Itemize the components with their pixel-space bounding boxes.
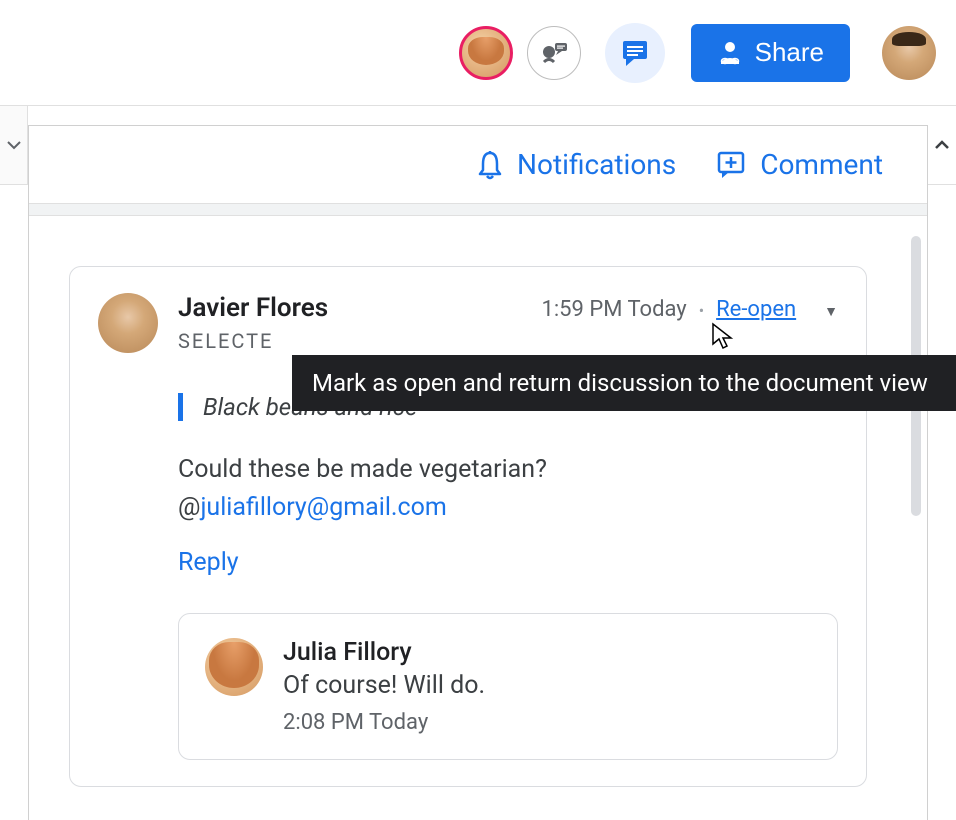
user-avatar[interactable] xyxy=(882,26,936,80)
reopen-link[interactable]: Re-open xyxy=(716,297,796,322)
separator: • xyxy=(699,301,704,320)
toolbar-right-dropdown[interactable] xyxy=(928,106,956,184)
share-person-icon xyxy=(717,40,743,66)
comment-text: Could these be made vegetarian? @juliafi… xyxy=(178,451,838,526)
chevron-up-icon xyxy=(934,140,950,150)
comment-menu-dropdown[interactable]: ▼ xyxy=(824,303,838,320)
reply-author: Julia Fillory xyxy=(283,638,811,667)
share-button[interactable]: Share xyxy=(691,24,850,82)
panel-strip xyxy=(29,204,927,216)
notifications-button[interactable]: Notifications xyxy=(477,148,676,181)
toolbar-left-dropdown[interactable] xyxy=(0,106,28,184)
comment-author-avatar xyxy=(98,293,158,353)
app-header: Share xyxy=(0,0,956,105)
add-comment-icon xyxy=(716,150,746,180)
reply-item: Julia Fillory Of course! Will do. 2:08 P… xyxy=(178,613,838,760)
comment-author: Javier Flores xyxy=(178,293,328,323)
add-comment-label: Comment xyxy=(760,148,883,181)
comment-history-button[interactable] xyxy=(605,23,665,83)
reply-text: Of course! Will do. xyxy=(283,671,811,700)
bell-icon xyxy=(477,150,503,180)
reply-author-avatar xyxy=(205,638,263,696)
comment-thread: Javier Flores 1:59 PM Today • Re-open ▼ … xyxy=(69,266,867,787)
selected-text-label: SELECTE xyxy=(178,329,838,353)
reply-timestamp: 2:08 PM Today xyxy=(283,710,811,735)
comment-bubble-icon xyxy=(620,38,650,68)
notifications-label: Notifications xyxy=(517,148,676,181)
mention-at: @ xyxy=(178,493,200,522)
chat-icon xyxy=(540,42,568,64)
share-button-label: Share xyxy=(755,37,824,68)
reopen-tooltip: Mark as open and return discussion to th… xyxy=(292,355,956,411)
chat-icon-button[interactable] xyxy=(527,26,581,80)
comments-panel: Notifications Comment Javier Flores 1:59… xyxy=(28,125,928,820)
chevron-down-icon xyxy=(7,140,21,150)
comment-timestamp: 1:59 PM Today xyxy=(541,297,686,322)
collaborator-avatar-julia[interactable] xyxy=(459,26,513,80)
panel-header: Notifications Comment xyxy=(29,126,927,204)
comment-text-content: Could these be made vegetarian? xyxy=(178,455,547,484)
reply-button[interactable]: Reply xyxy=(178,548,838,577)
mention-link[interactable]: juliafillory@gmail.com xyxy=(200,493,446,522)
add-comment-button[interactable]: Comment xyxy=(716,148,883,181)
panel-body: Javier Flores 1:59 PM Today • Re-open ▼ … xyxy=(29,216,927,810)
